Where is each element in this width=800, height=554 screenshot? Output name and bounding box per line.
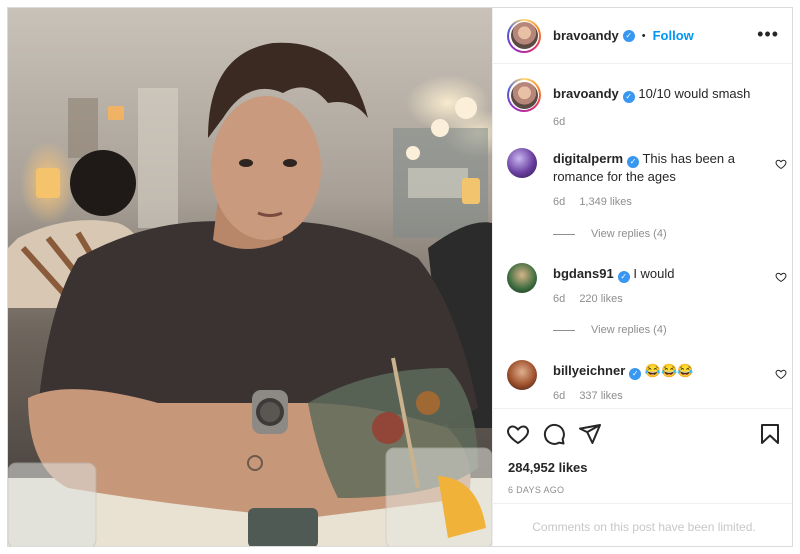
view-replies-label: View replies (4) xyxy=(591,228,667,240)
comment-like-heart-icon[interactable] xyxy=(775,368,787,380)
verified-badge-icon: ✓ xyxy=(617,271,630,283)
bookmark-icon[interactable] xyxy=(758,422,782,446)
comment-username[interactable]: bgdans91 xyxy=(553,266,614,281)
comment-username[interactable]: digitalperm xyxy=(553,151,623,166)
caption-age: 6d xyxy=(553,116,566,128)
comment-meta: 6d 1,349 likes xyxy=(553,196,643,208)
comment-body: billyeichner ✓ 😂😂😂 xyxy=(553,362,763,380)
comment-item: bgdans91 ✓ I would 6d 220 likes View repl… xyxy=(507,263,787,343)
replies-divider xyxy=(553,329,575,331)
post-modal: bravoandy ✓ • Follow ••• bravoandy ✓ 10/1… xyxy=(7,7,793,547)
post-photo[interactable] xyxy=(8,8,492,546)
post-date: 6 DAYS AGO xyxy=(508,485,565,495)
comment-icon[interactable] xyxy=(542,422,566,446)
author-avatar-image xyxy=(510,22,538,49)
comment-age: 6d xyxy=(553,293,566,305)
verified-badge-icon: ✓ xyxy=(629,368,642,380)
commenter-avatar[interactable] xyxy=(507,148,537,178)
commenter-avatar[interactable] xyxy=(507,360,537,390)
author-username[interactable]: bravoandy xyxy=(553,28,619,43)
caption-body: bravoandy ✓ 10/10 would smash xyxy=(553,85,763,103)
comment-meta: 6d 337 likes xyxy=(553,390,634,402)
replies-divider xyxy=(553,233,575,235)
more-options-icon[interactable]: ••• xyxy=(757,25,779,43)
post-actions: 284,952 likes 6 DAYS AGO Comments on thi… xyxy=(493,408,792,546)
caption-username[interactable]: bravoandy xyxy=(553,86,619,101)
verified-badge-icon: ✓ xyxy=(622,29,635,42)
comments-limited-notice: Comments on this post have been limited. xyxy=(493,503,792,546)
caption-text: 10/10 would smash xyxy=(638,86,751,101)
comment-item: digitalperm ✓ This has been a romance for… xyxy=(507,148,787,248)
header-separator: • xyxy=(641,29,646,42)
caption-avatar-image xyxy=(510,81,538,109)
caption-avatar[interactable] xyxy=(507,78,541,112)
comment-likes[interactable]: 1,349 likes xyxy=(579,196,632,208)
comment-meta: 6d 220 likes xyxy=(553,293,634,305)
view-replies-label: View replies (4) xyxy=(591,324,667,336)
comment-age: 6d xyxy=(553,390,566,402)
comment-like-heart-icon[interactable] xyxy=(775,271,787,283)
photo-illustration xyxy=(8,42,492,546)
caption-row: bravoandy ✓ 10/10 would smash 6d xyxy=(507,78,787,138)
comment-age: 6d xyxy=(553,196,566,208)
comment-text: 😂😂😂 xyxy=(644,363,694,378)
comment-item: billyeichner ✓ 😂😂😂 6d 337 likes xyxy=(507,360,787,410)
caption-meta: 6d xyxy=(553,116,576,128)
comment-username[interactable]: billyeichner xyxy=(553,363,625,378)
comment-likes[interactable]: 337 likes xyxy=(579,390,622,402)
heart-icon[interactable] xyxy=(506,422,530,446)
verified-badge-icon: ✓ xyxy=(622,91,635,103)
comment-text: I would xyxy=(633,266,675,281)
likes-count[interactable]: 284,952 likes xyxy=(508,460,588,475)
author-avatar[interactable] xyxy=(507,18,541,53)
post-header: bravoandy ✓ • Follow ••• xyxy=(493,8,792,64)
send-icon[interactable] xyxy=(578,422,602,446)
comment-likes[interactable]: 220 likes xyxy=(579,293,622,305)
view-replies-button[interactable]: View replies (4) xyxy=(553,324,667,336)
commenter-avatar[interactable] xyxy=(507,263,537,293)
post-side-panel: bravoandy ✓ • Follow ••• bravoandy ✓ 10/1… xyxy=(492,8,792,546)
follow-button[interactable]: Follow xyxy=(653,28,694,43)
comments-list: bravoandy ✓ 10/10 would smash 6d digitalp… xyxy=(493,64,792,416)
comment-body: bgdans91 ✓ I would xyxy=(553,265,763,283)
verified-badge-icon: ✓ xyxy=(627,156,640,168)
view-replies-button[interactable]: View replies (4) xyxy=(553,228,667,240)
comment-like-heart-icon[interactable] xyxy=(775,158,787,170)
comment-body: digitalperm ✓ This has been a romance for… xyxy=(553,150,763,186)
